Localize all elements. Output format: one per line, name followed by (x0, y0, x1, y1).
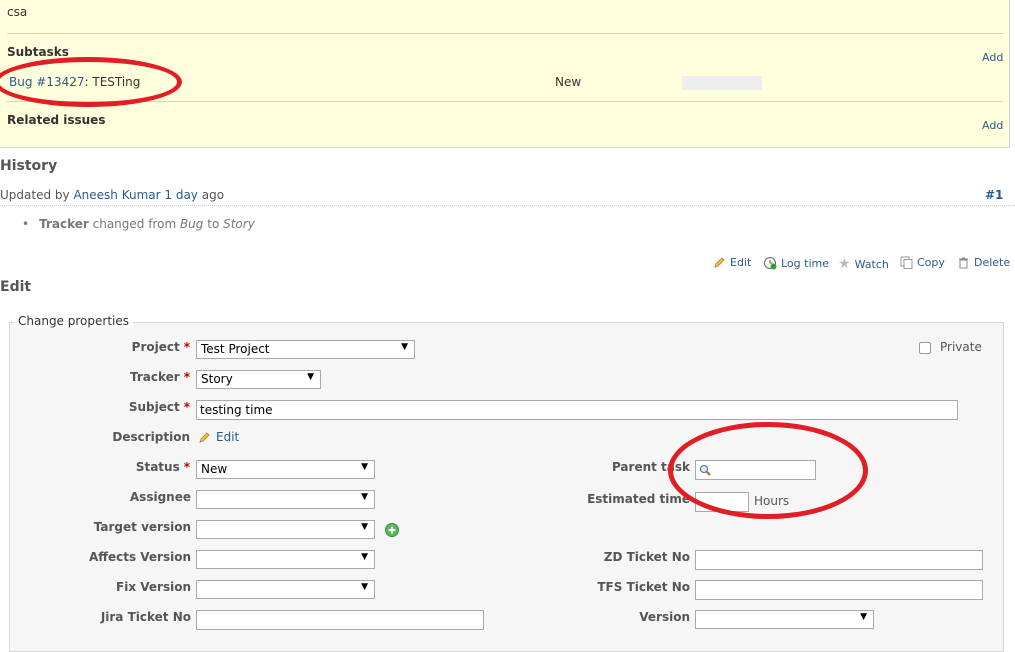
private-label: Private (940, 340, 982, 354)
target-version-select[interactable]: ▼ (196, 520, 375, 539)
tracker-select-value: Story (201, 372, 233, 386)
watch-action-label: Watch (854, 257, 889, 271)
edit-action-label: Edit (730, 256, 752, 269)
subtasks-heading: Subtasks (7, 45, 69, 59)
pencil-icon (199, 431, 210, 443)
assignee-label: Assignee (129, 490, 191, 504)
watch-action[interactable]: ★ Watch (838, 256, 889, 272)
delete-action-label: Delete (974, 256, 1011, 269)
copy-action[interactable]: Copy (900, 256, 945, 269)
issue-description-text: csa (7, 5, 28, 19)
copy-action-label: Copy (917, 256, 945, 269)
clock-add-icon (764, 257, 777, 270)
version-label: Version (639, 610, 690, 624)
journal-date-link[interactable]: 1 day (164, 188, 198, 202)
project-select-value: Test Project (201, 342, 270, 356)
dropdown-arrow-icon: ▼ (361, 492, 368, 502)
dropdown-arrow-icon: ▼ (361, 522, 368, 532)
edit-action[interactable]: Edit (713, 256, 751, 269)
journal-divider (0, 205, 1015, 206)
subject-input[interactable]: testing time (196, 400, 958, 420)
affects-version-select[interactable]: ▼ (196, 550, 375, 569)
dropdown-arrow-icon: ▼ (401, 342, 408, 352)
annotation-ellipse (0, 57, 182, 107)
journal-header: Updated by Aneesh Kumar 1 day ago (0, 188, 224, 202)
assignee-select[interactable]: ▼ (196, 490, 375, 509)
add-version-icon[interactable] (385, 523, 399, 537)
status-select-value: New (201, 462, 228, 476)
jira-ticket-input[interactable] (196, 610, 484, 630)
private-checkbox[interactable] (919, 342, 931, 354)
status-label: Status * (135, 460, 190, 474)
detail-new-value: Story (223, 217, 255, 231)
pencil-icon (714, 257, 725, 268)
fix-version-label: Fix Version (116, 580, 191, 594)
description-label: Description (112, 430, 190, 444)
journal-detail: • Tracker changed from Bug to Story (22, 217, 255, 231)
history-heading: History (0, 158, 58, 174)
target-version-label: Target version (93, 520, 191, 534)
jira-ticket-label: Jira Ticket No (100, 610, 191, 624)
subtask-status: New (555, 75, 582, 89)
journal-ref-link[interactable]: #1 (985, 188, 1003, 202)
tracker-label: Tracker * (130, 370, 190, 384)
zd-ticket-label: ZD Ticket No (603, 550, 690, 564)
fix-version-select[interactable]: ▼ (196, 580, 375, 599)
add-related-issue-link[interactable]: Add (982, 119, 1003, 132)
detail-to: to (203, 217, 224, 231)
detail-field: Tracker (39, 217, 89, 231)
status-select[interactable]: New ▼ (196, 460, 375, 479)
dropdown-arrow-icon: ▼ (361, 462, 368, 472)
subtask-progress-bar (682, 76, 762, 90)
detail-changed-from: changed from (88, 217, 180, 231)
dropdown-arrow-icon: ▼ (361, 582, 368, 592)
tfs-ticket-label: TFS Ticket No (597, 580, 690, 594)
related-issues-heading: Related issues (7, 113, 106, 127)
description-edit-label: Edit (216, 430, 240, 444)
description-edit-link[interactable]: Edit (198, 430, 239, 444)
trash-icon (959, 257, 968, 269)
tfs-ticket-input[interactable] (695, 580, 983, 600)
log-time-action-label: Log time (781, 256, 829, 270)
ago-text: ago (197, 188, 225, 202)
project-select[interactable]: Test Project ▼ (196, 340, 415, 359)
divider (7, 33, 1003, 34)
log-time-action[interactable]: Log time (763, 256, 829, 270)
copy-icon (900, 256, 913, 269)
project-label: Project * (131, 340, 190, 354)
dropdown-arrow-icon: ▼ (860, 612, 867, 622)
change-properties-legend: Change properties (14, 314, 133, 328)
annotation-ellipse (668, 422, 868, 519)
detail-old-value: Bug (179, 217, 204, 231)
divider (7, 101, 1003, 102)
affects-version-label: Affects Version (88, 550, 191, 564)
dropdown-arrow-icon: ▼ (307, 372, 314, 382)
zd-ticket-input[interactable] (695, 550, 983, 570)
updated-by-text: Updated by (0, 188, 74, 202)
star-icon: ★ (838, 256, 851, 272)
add-subtask-link[interactable]: Add (982, 51, 1003, 64)
dropdown-arrow-icon: ▼ (361, 552, 368, 562)
subject-label: Subject * (128, 400, 190, 414)
author-link[interactable]: Aneesh Kumar (73, 188, 160, 202)
tracker-select[interactable]: Story ▼ (196, 370, 321, 389)
edit-heading: Edit (0, 279, 32, 295)
version-select[interactable]: ▼ (695, 610, 874, 629)
estimated-time-label: Estimated time (587, 492, 690, 506)
delete-action[interactable]: Delete (957, 256, 1010, 269)
